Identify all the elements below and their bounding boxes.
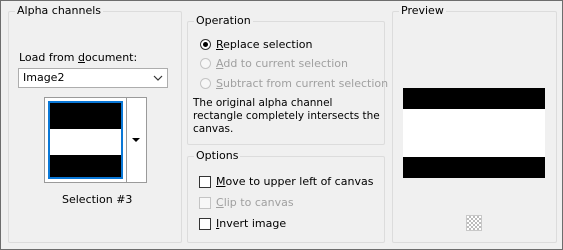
add-to-selection-label[interactable]: Add to current selection: [216, 57, 348, 70]
operation-description-line3: canvas.: [193, 123, 234, 135]
caret-down-icon: [132, 138, 140, 142]
selection-thumbnail-image: [48, 101, 123, 179]
add-to-selection-radio[interactable]: [200, 58, 211, 69]
alpha-channels-title: Alpha channels: [15, 4, 104, 18]
invert-image-checkbox[interactable]: [199, 218, 211, 230]
invert-image-label[interactable]: Invert image: [216, 217, 286, 230]
checkerboard-icon[interactable]: [466, 215, 482, 231]
chevron-down-icon: [153, 75, 163, 81]
replace-selection-radio[interactable]: [200, 39, 211, 50]
selection-picker-button[interactable]: [127, 97, 147, 183]
selection-thumbnail[interactable]: [44, 97, 127, 183]
clip-to-canvas-checkbox[interactable]: [199, 197, 211, 209]
selection-caption: Selection #3: [62, 193, 133, 206]
subtract-selection-radio[interactable]: [200, 78, 211, 89]
preview-white-band: [403, 109, 545, 157]
preview-title: Preview: [399, 4, 446, 18]
load-from-document-label: Load from document:: [19, 51, 138, 64]
preview-image: [403, 88, 545, 178]
dialog-frame: Alpha channels Load from document: Image…: [0, 0, 563, 250]
document-select[interactable]: Image2: [18, 68, 168, 88]
options-title: Options: [194, 149, 241, 163]
document-select-value: Image2: [23, 71, 65, 84]
move-to-upper-left-label[interactable]: Move to upper left of canvas: [216, 175, 373, 188]
operation-description-line1: The original alpha channel: [193, 97, 333, 109]
thumbnail-white-band: [50, 129, 121, 155]
operation-title: Operation: [194, 14, 253, 28]
move-to-upper-left-checkbox[interactable]: [199, 176, 211, 188]
clip-to-canvas-label[interactable]: Clip to canvas: [216, 196, 294, 209]
operation-description-line2: rectangle completely intersects the: [193, 110, 380, 122]
replace-selection-label[interactable]: Replace selection: [216, 38, 312, 51]
subtract-selection-label[interactable]: Subtract from current selection: [216, 77, 388, 90]
